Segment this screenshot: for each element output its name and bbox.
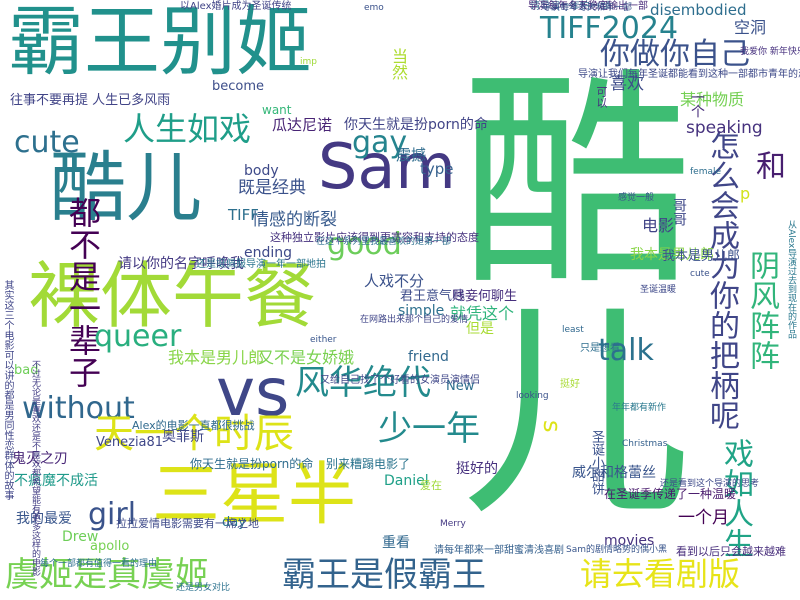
word: 还是男女对比 — [176, 583, 231, 593]
word: 空洞 — [734, 18, 767, 37]
word: 你天生就是扮porn的命 — [190, 457, 314, 471]
word: become — [212, 79, 265, 94]
word: 可以 — [595, 86, 608, 108]
word: 请每年都来一部甜蜜清浅喜剧 — [434, 545, 564, 556]
word: want — [262, 103, 292, 117]
word: type — [420, 160, 454, 178]
word: 导演让我们每年圣诞都能看到这种一部都市青年的恋爱喜剧电影 — [578, 69, 800, 80]
word: 既是经典 — [238, 178, 306, 198]
word: 又给自己找了个好看的女演员演情侣 — [320, 375, 480, 386]
word: 电影 — [642, 216, 675, 235]
word: 少一年 — [378, 409, 480, 449]
word: 还是挺佩服导演一年一部地拍 — [196, 259, 326, 270]
word: 请去看剧版 — [580, 555, 741, 593]
word: 都不是一辈子 — [64, 196, 102, 388]
word: 其实这三个电影可以讲的都是男同性恋群体的故事 — [2, 280, 13, 500]
word: 年年都有新作 — [612, 403, 667, 413]
word: 爱在 — [420, 479, 442, 492]
word: cute — [14, 125, 80, 160]
word: 别来糟蹋电影了 — [326, 457, 411, 471]
word: speaking — [686, 118, 763, 138]
word: apollo — [90, 539, 130, 554]
word: emo — [364, 3, 384, 13]
word: 每个一部都有值得一看的理由 — [40, 559, 158, 569]
word: 看到以后只会越来越难 — [676, 545, 786, 558]
word: 往事不要再提 人生已多风雨 — [10, 93, 171, 108]
word: 哥哥 — [671, 198, 687, 226]
word: body — [244, 163, 279, 179]
word: 威尔和格蕾丝 — [572, 465, 656, 481]
word: Venezia81 — [96, 435, 164, 450]
word: 圣诞小甜饼 — [589, 430, 604, 495]
word: looking — [516, 391, 549, 401]
word: 霸王别姬 — [8, 0, 312, 86]
word: 在这个系列里我最喜欢的是第一部 — [316, 237, 452, 247]
word: 还是看到这个导演的思考 — [660, 479, 760, 489]
word: p — [740, 184, 751, 203]
word: either — [310, 335, 337, 345]
word: Merry — [440, 519, 466, 529]
word: 挺好 — [560, 379, 580, 390]
word: 不过无论是喜欢还是不喜欢都希望能有更多这样的电影 — [30, 360, 40, 576]
word: 以Alex婚片成为圣诞传统 — [180, 1, 292, 12]
word: 不疯魔不成活 — [14, 473, 98, 489]
word: 重看 — [382, 535, 410, 551]
word: disembodied — [650, 1, 747, 19]
word: 从Alex导演过去到现在的作品 — [786, 220, 796, 339]
word: 一个 — [689, 90, 705, 118]
word: ending — [244, 245, 293, 261]
word: 你天生就是扮porn的命 — [344, 117, 488, 133]
word: Christmas — [622, 439, 668, 449]
word: s — [538, 420, 566, 433]
word: 但是 — [466, 321, 494, 337]
word: 又不是女娇娥 — [258, 348, 355, 367]
word: 我的最爱 — [16, 511, 72, 527]
word: 当然 — [389, 48, 408, 80]
word: 我爱你 新年快乐 — [740, 47, 800, 57]
word: 和 — [750, 150, 785, 180]
word: 圣诞温暖 — [640, 285, 677, 295]
word: 拉拉爱情电影需要有一席之地 — [116, 517, 259, 530]
word: 在网路出来那个自己的爱情 — [360, 315, 469, 325]
word: 鬼灭之刃 — [12, 451, 68, 467]
word: 霸王是假霸王 — [282, 555, 486, 595]
word: 贱妾何聊生 — [452, 289, 518, 304]
word: cute — [690, 269, 710, 279]
word: 人生如戏 — [123, 110, 252, 148]
word-cloud: 酷儿 酷儿 霸王别姬 裸体午餐 Sam vs 三星半 虞姬是真虞姬 霸王是假霸王… — [0, 0, 800, 600]
word: Sam的剧情略势的偶小黑 — [566, 545, 667, 555]
word: female — [690, 167, 722, 177]
word: Alex的电影一直都很挑战 — [132, 419, 255, 432]
word: 只是想看 — [580, 343, 620, 354]
word: imp — [300, 57, 317, 67]
word: 在圣诞季传递了一种温暖 — [604, 487, 737, 501]
word: 瓜达尼诺 — [272, 116, 333, 134]
word: 奥菲斯 — [162, 429, 204, 445]
word: TIFF — [228, 206, 259, 224]
word: 感觉一般 — [618, 193, 655, 203]
word: 我本是男儿郎 — [662, 249, 741, 264]
word: friend — [408, 349, 449, 365]
word: 一个月 — [678, 508, 729, 528]
word: 阴风阵阵 — [744, 250, 779, 370]
word: 挺好的 — [456, 461, 498, 477]
word: least — [562, 325, 584, 335]
word: 我本是男儿郎 — [168, 348, 265, 367]
word: 人戏不分 — [364, 272, 425, 290]
word: 导演每年冬天和年一部 — [542, 3, 633, 13]
word: 情感的断裂 — [252, 210, 337, 230]
